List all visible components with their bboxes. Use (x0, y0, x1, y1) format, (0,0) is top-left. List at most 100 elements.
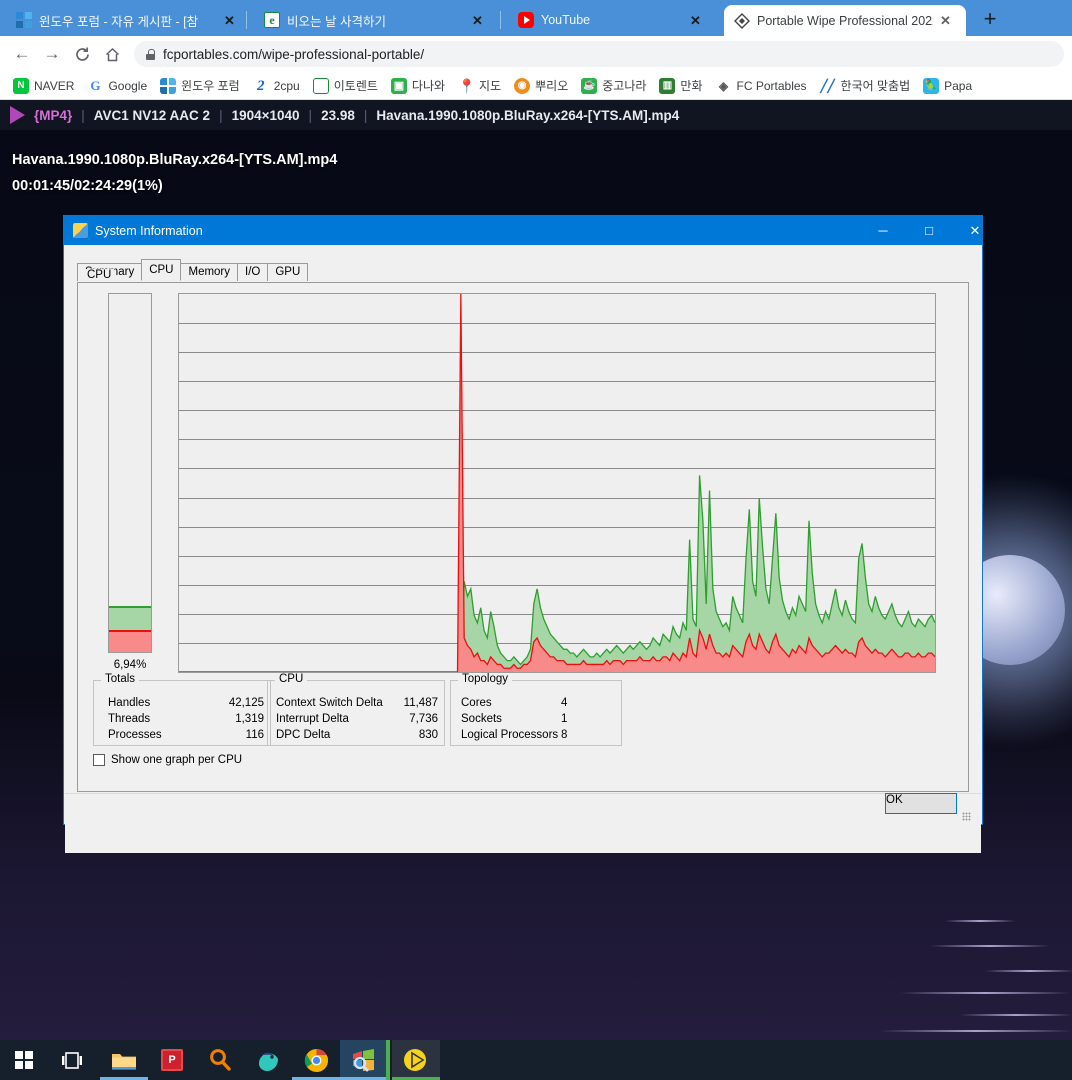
joonggonara-icon: ☕ (581, 77, 598, 94)
chrome-button[interactable] (292, 1040, 340, 1080)
bookmark-danawa[interactable]: ▣ 다나와 (386, 75, 450, 96)
cpu-history-graph (178, 293, 936, 673)
process-explorer-button[interactable] (340, 1040, 388, 1080)
cpu-history-svg (179, 294, 935, 672)
app-teal-button[interactable] (244, 1040, 292, 1080)
back-button[interactable]: ← (8, 40, 36, 68)
container-label: {MP4} (34, 107, 73, 123)
cpu-gauge-kernel-band (109, 630, 151, 652)
bookmark-2cpu[interactable]: 2 2cpu (248, 76, 305, 96)
bookmark-naver[interactable]: N NAVER (8, 76, 79, 96)
bookmark-papago[interactable]: 🦜 Papa (918, 76, 977, 96)
task-view-icon (62, 1051, 82, 1069)
bookmark-label: 만화 (680, 79, 703, 93)
cores-label: Cores (461, 697, 492, 709)
play-icon (10, 106, 25, 124)
forward-button[interactable]: → (38, 40, 66, 68)
folder-icon (112, 1053, 136, 1070)
bookmark-fc-portables[interactable]: ◈ FC Portables (711, 76, 812, 96)
divider: | (363, 107, 368, 123)
tab-title: YouTube (541, 13, 591, 27)
fps-label: 23.98 (321, 107, 355, 123)
bookmark-label: 지도 (479, 79, 502, 93)
home-button[interactable] (98, 40, 126, 68)
checkbox-label: Show one graph per CPU (111, 754, 243, 766)
new-tab-button[interactable]: + (977, 8, 1003, 32)
bookmark-manhwa[interactable]: ▥ 만화 (654, 75, 707, 96)
tab-title: Portable Wipe Professional 2022 (757, 13, 933, 28)
bookmark-joonggonara[interactable]: ☕ 중고나라 (576, 75, 651, 96)
spellcheck-icon: ╱╱ (819, 77, 836, 94)
totals-group: Totals Handles 42,125 Threads 1,319 Proc… (93, 673, 271, 746)
map-pin-icon: 📍 (458, 77, 476, 94)
browser-tab-2[interactable]: YouTube ✕ (508, 4, 718, 36)
processes-value: 116 (245, 729, 264, 741)
browser-tab-3[interactable]: Portable Wipe Professional 2022 ✕ (724, 5, 966, 36)
minimize-button[interactable]: ─ (860, 216, 906, 245)
teal-bird-icon (258, 1052, 278, 1071)
address-bar[interactable]: fcportables.com/wipe-professional-portab… (134, 41, 1064, 67)
bookmark-windows-forum[interactable]: 윈도우 포럼 (155, 75, 245, 96)
handles-label: Handles (108, 697, 151, 709)
browser-tab-1[interactable]: e 비오는 날 사격하기 ✕ (254, 4, 502, 36)
bookmark-label: Papa (944, 78, 973, 93)
app-red-button[interactable]: P (148, 1040, 196, 1080)
papago-icon: 🦜 (923, 77, 940, 94)
naver-e-icon: e (264, 12, 280, 28)
sockets-label: Sockets (461, 713, 502, 725)
bookmark-label: 2cpu (273, 78, 300, 93)
chrome-icon (304, 1048, 328, 1072)
cpu-gauge (108, 293, 152, 653)
task-view-button[interactable] (48, 1040, 96, 1080)
bookmark-map[interactable]: 📍 지도 (453, 75, 506, 96)
bookmark-ppurio[interactable]: ◉ 뿌리오 (509, 75, 573, 96)
tab-close-button[interactable]: ✕ (940, 14, 951, 27)
potplayer-button[interactable] (392, 1040, 440, 1080)
tab-gpu[interactable]: GPU (267, 263, 309, 281)
browser-window: 윈도우 포럼 - 자유 게시판 - [참 ✕ e 비오는 날 사격하기 ✕ Yo… (0, 0, 1072, 100)
sockets-value: 1 (561, 713, 568, 725)
tab-memory[interactable]: Memory (180, 263, 239, 281)
diamond-icon: ◈ (715, 77, 732, 94)
bookmark-spellcheck[interactable]: ╱╱ 한국어 맞춤법 (815, 75, 916, 96)
tab-close-button[interactable]: ✕ (224, 14, 235, 27)
bookmark-label: 이토렌트 (333, 79, 378, 93)
interrupt-delta-value: 7,736 (409, 713, 438, 725)
tab-cpu[interactable]: CPU (141, 259, 182, 281)
file-explorer-button[interactable] (100, 1040, 148, 1080)
resize-grip[interactable] (962, 812, 971, 821)
reload-button[interactable] (68, 40, 96, 68)
lock-icon (146, 48, 155, 60)
bookmark-label: 윈도우 포럼 (181, 79, 240, 93)
checkbox-box[interactable] (93, 754, 105, 766)
logical-processors-value: 8 (561, 729, 568, 741)
2cpu-icon: 2 (252, 77, 269, 94)
dialog-title-bar[interactable]: System Information ─ □ ✕ (64, 216, 982, 245)
ok-button[interactable]: OK (885, 793, 957, 814)
threads-label: Threads (108, 713, 151, 725)
cpu-stats-legend: CPU (275, 673, 308, 685)
show-one-graph-per-cpu-checkbox[interactable]: Show one graph per CPU (93, 754, 242, 766)
start-button[interactable] (0, 1040, 48, 1080)
divider: | (308, 107, 313, 123)
bookmark-etorrent[interactable]: e 이토렌트 (308, 75, 383, 96)
filename-label: Havana.1990.1080p.BluRay.x264-[YTS.AM].m… (376, 107, 680, 123)
cpu-group-label: CPU (84, 269, 115, 281)
tab-strip: 윈도우 포럼 - 자유 게시판 - [참 ✕ e 비오는 날 사격하기 ✕ Yo… (0, 0, 1072, 36)
tab-separator (500, 11, 501, 29)
osd-time: 00:01:45/02:24:29(1%) (12, 178, 163, 194)
tab-close-button[interactable]: ✕ (690, 14, 701, 27)
osd-title: Havana.1990.1080p.BluRay.x264-[YTS.AM].m… (12, 152, 338, 168)
close-button[interactable]: ✕ (952, 216, 998, 245)
divider: | (219, 107, 223, 123)
tab-close-button[interactable]: ✕ (472, 14, 483, 27)
browser-tab-0[interactable]: 윈도우 포럼 - 자유 게시판 - [참 ✕ (6, 4, 254, 36)
search-everything-button[interactable] (196, 1040, 244, 1080)
bookmarks-bar: N NAVER G Google 윈도우 포럼 2 2cpu e 이토렌트 ▣ … (0, 72, 1072, 100)
tab-io[interactable]: I/O (237, 263, 269, 281)
windows-icon (160, 77, 177, 94)
bookmark-google[interactable]: G Google (82, 76, 152, 96)
dpc-delta-label: DPC Delta (276, 729, 331, 741)
windows-icon (14, 1050, 34, 1070)
maximize-button[interactable]: □ (906, 216, 952, 245)
